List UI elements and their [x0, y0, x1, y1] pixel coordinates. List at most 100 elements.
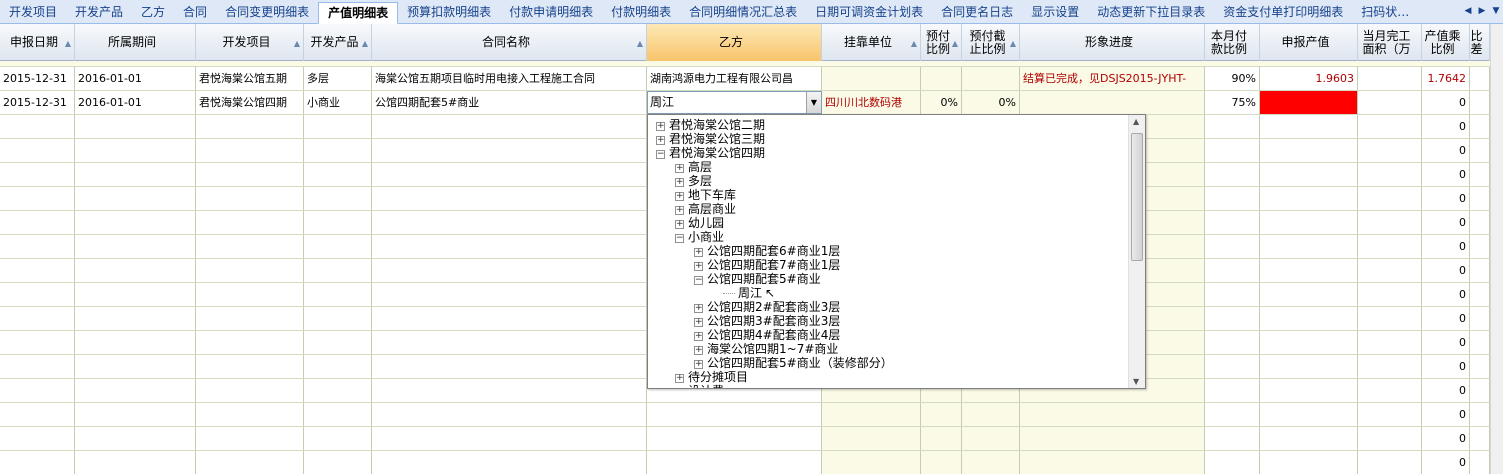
empty-cell[interactable]	[75, 379, 196, 402]
empty-cell[interactable]	[1358, 307, 1422, 330]
empty-cell[interactable]	[0, 187, 75, 210]
plus-icon[interactable]: +	[675, 220, 684, 229]
tab-12[interactable]: 显示设置	[1022, 2, 1088, 23]
grid-vertical-scrollbar[interactable]	[1490, 24, 1503, 474]
cell-contract[interactable]: 海棠公馆五期项目临时用电接入工程施工合同	[372, 67, 647, 90]
dropdown-scrollbar[interactable]: ▲ ▼	[1128, 115, 1145, 388]
empty-cell[interactable]	[1205, 427, 1260, 450]
empty-cell[interactable]	[304, 403, 372, 426]
tab-8[interactable]: 付款明细表	[602, 2, 680, 23]
empty-cell[interactable]	[0, 259, 75, 282]
tree-item[interactable]: + 多层	[675, 174, 712, 188]
column-header-11[interactable]: 申报产值	[1260, 24, 1358, 61]
empty-cell[interactable]	[75, 139, 196, 162]
empty-cell[interactable]	[372, 355, 647, 378]
empty-cell[interactable]	[75, 235, 196, 258]
empty-cell[interactable]	[196, 115, 304, 138]
empty-cell[interactable]: 0	[1422, 355, 1470, 378]
empty-cell[interactable]	[372, 187, 647, 210]
empty-cell[interactable]: 0	[1422, 283, 1470, 306]
tree-item[interactable]: + 君悦海棠公馆二期	[656, 118, 765, 132]
tab-9[interactable]: 合同明细情况汇总表	[680, 2, 806, 23]
cell-project[interactable]: 君悦海棠公馆五期	[196, 67, 304, 90]
empty-cell[interactable]	[0, 235, 75, 258]
empty-cell[interactable]	[1358, 451, 1422, 474]
empty-cell[interactable]	[1260, 331, 1358, 354]
empty-cell[interactable]	[196, 211, 304, 234]
empty-cell[interactable]	[0, 163, 75, 186]
cell-date[interactable]: 2015-12-31	[0, 67, 75, 90]
plus-icon[interactable]: +	[656, 136, 665, 145]
plus-icon[interactable]: +	[675, 206, 684, 215]
tab-15[interactable]: 扫码状…	[1352, 2, 1418, 23]
empty-cell[interactable]	[0, 379, 75, 402]
table-row[interactable]: 2015-12-31 2016-01-01 君悦海棠公馆四期 小商业 公馆四期配套5#商…	[0, 91, 1490, 115]
plus-icon[interactable]: +	[694, 332, 703, 341]
tree-item[interactable]: 周江	[723, 286, 762, 300]
empty-cell[interactable]	[0, 403, 75, 426]
tree-item[interactable]: + 地下车库	[675, 188, 736, 202]
plus-icon[interactable]: +	[694, 304, 703, 313]
empty-cell[interactable]	[196, 451, 304, 474]
empty-cell[interactable]	[75, 307, 196, 330]
plus-icon[interactable]: +	[675, 192, 684, 201]
empty-cell[interactable]	[1205, 355, 1260, 378]
empty-cell[interactable]	[372, 211, 647, 234]
empty-cell[interactable]	[1470, 379, 1490, 402]
tree-item[interactable]: + 设计费	[675, 384, 724, 388]
tree-item[interactable]: + 公馆四期3#配套商业3层	[694, 314, 840, 328]
cell-date[interactable]: 2015-12-31	[0, 91, 75, 114]
cell-product[interactable]: 多层	[304, 67, 372, 90]
empty-cell[interactable]	[1205, 331, 1260, 354]
tree-item[interactable]: + 高层商业	[675, 202, 736, 216]
column-header-3[interactable]: 开发产品 ▲	[304, 24, 372, 61]
empty-cell[interactable]: 0	[1422, 331, 1470, 354]
empty-cell[interactable]	[75, 259, 196, 282]
empty-cell[interactable]	[75, 451, 196, 474]
empty-cell[interactable]	[1260, 307, 1358, 330]
empty-cell[interactable]	[1020, 403, 1205, 426]
empty-cell[interactable]	[1020, 427, 1205, 450]
cell-contract[interactable]: 公馆四期配套5#商业	[372, 91, 647, 114]
empty-cell[interactable]	[1205, 283, 1260, 306]
empty-cell[interactable]	[1260, 355, 1358, 378]
empty-cell[interactable]	[304, 379, 372, 402]
scroll-up-icon[interactable]: ▲	[1133, 117, 1139, 126]
empty-cell[interactable]: 0	[1422, 187, 1470, 210]
scroll-down-icon[interactable]: ▼	[1133, 377, 1139, 386]
empty-cell[interactable]	[1205, 379, 1260, 402]
empty-cell[interactable]	[1470, 187, 1490, 210]
empty-cell[interactable]	[647, 403, 822, 426]
cell-area[interactable]	[1358, 67, 1422, 90]
empty-cell[interactable]	[75, 355, 196, 378]
plus-icon[interactable]: +	[694, 262, 703, 271]
empty-cell[interactable]	[0, 139, 75, 162]
tree-item[interactable]: + 幼儿园	[675, 216, 724, 230]
tab-10[interactable]: 日期可调资金计划表	[806, 2, 932, 23]
table-row-empty[interactable]: 0	[0, 403, 1490, 427]
empty-cell[interactable]	[304, 139, 372, 162]
empty-cell[interactable]	[196, 403, 304, 426]
tab-4[interactable]: 合同变更明细表	[216, 2, 318, 23]
empty-cell[interactable]	[372, 331, 647, 354]
column-header-1[interactable]: 所属期间	[75, 24, 196, 61]
empty-cell[interactable]: 0	[1422, 451, 1470, 474]
empty-cell[interactable]: 0	[1422, 139, 1470, 162]
tree-item[interactable]: + 公馆四期配套6#商业1层	[694, 244, 840, 258]
plus-icon[interactable]: +	[675, 178, 684, 187]
empty-cell[interactable]	[75, 163, 196, 186]
empty-cell[interactable]	[1470, 403, 1490, 426]
tab-14[interactable]: 资金支付单打印明细表	[1214, 2, 1352, 23]
table-row-empty[interactable]: 0	[0, 427, 1490, 451]
cell-affiliated[interactable]	[822, 67, 921, 90]
empty-cell[interactable]	[1358, 139, 1422, 162]
empty-cell[interactable]: 0	[1422, 235, 1470, 258]
empty-cell[interactable]	[1358, 379, 1422, 402]
empty-cell[interactable]	[1205, 139, 1260, 162]
tree-item[interactable]: + 待分摊项目	[675, 370, 748, 384]
empty-cell[interactable]	[372, 379, 647, 402]
empty-cell[interactable]	[196, 163, 304, 186]
tab-scroll-right-icon[interactable]: ▶	[1476, 4, 1488, 18]
cell-affiliated[interactable]: 四川川北数码港	[822, 91, 921, 114]
empty-cell[interactable]	[0, 115, 75, 138]
